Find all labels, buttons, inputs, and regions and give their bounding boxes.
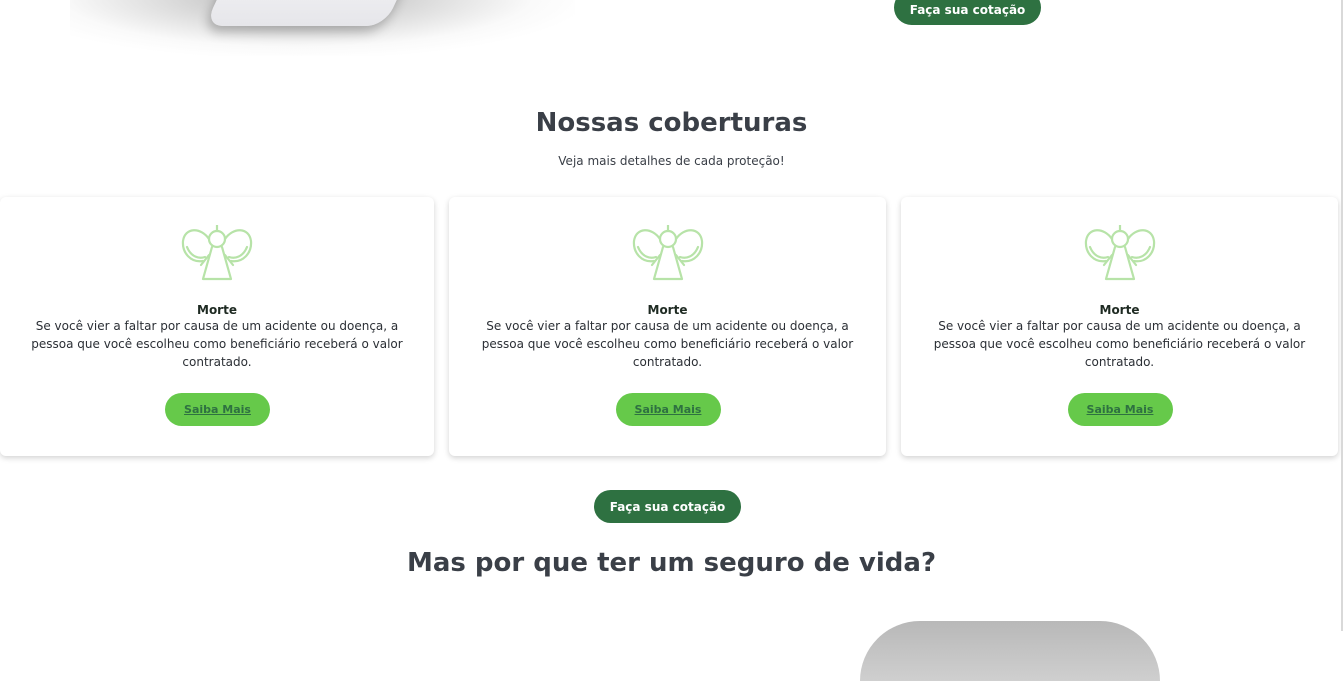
quote-button-middle[interactable]: Faça sua cotação bbox=[594, 490, 741, 523]
quote-button-top[interactable]: Faça sua cotação bbox=[894, 0, 1041, 25]
coverages-title: Nossas coberturas bbox=[535, 108, 808, 138]
coverage-card: Morte Se você vier a faltar por causa de… bbox=[449, 197, 886, 456]
card-description: Se você vier a faltar por causa de um ac… bbox=[481, 319, 854, 369]
coverage-card: Morte Se você vier a faltar por causa de… bbox=[901, 197, 1338, 456]
learn-more-button[interactable]: Saiba Mais bbox=[165, 393, 270, 426]
hero-product-image bbox=[70, 0, 575, 60]
learn-more-button[interactable]: Saiba Mais bbox=[615, 393, 721, 426]
card-description: Se você vier a faltar por causa de um ac… bbox=[933, 319, 1306, 369]
card-title: Morte bbox=[197, 303, 237, 317]
angel-icon bbox=[632, 225, 703, 281]
coverages-subtitle: Veja mais detalhes de cada proteção! bbox=[558, 154, 785, 168]
card-title: Morte bbox=[647, 303, 688, 317]
coverage-card: Morte Se você vier a faltar por causa de… bbox=[0, 197, 434, 456]
card-title: Morte bbox=[1099, 303, 1140, 317]
why-section-title: Mas por que ter um seguro de vida? bbox=[406, 548, 937, 578]
angel-icon bbox=[1084, 225, 1155, 281]
learn-more-button[interactable]: Saiba Mais bbox=[1067, 393, 1173, 426]
card-description: Se você vier a faltar por causa de um ac… bbox=[31, 319, 403, 369]
angel-icon bbox=[181, 225, 253, 281]
bottom-section-image bbox=[860, 621, 1160, 681]
